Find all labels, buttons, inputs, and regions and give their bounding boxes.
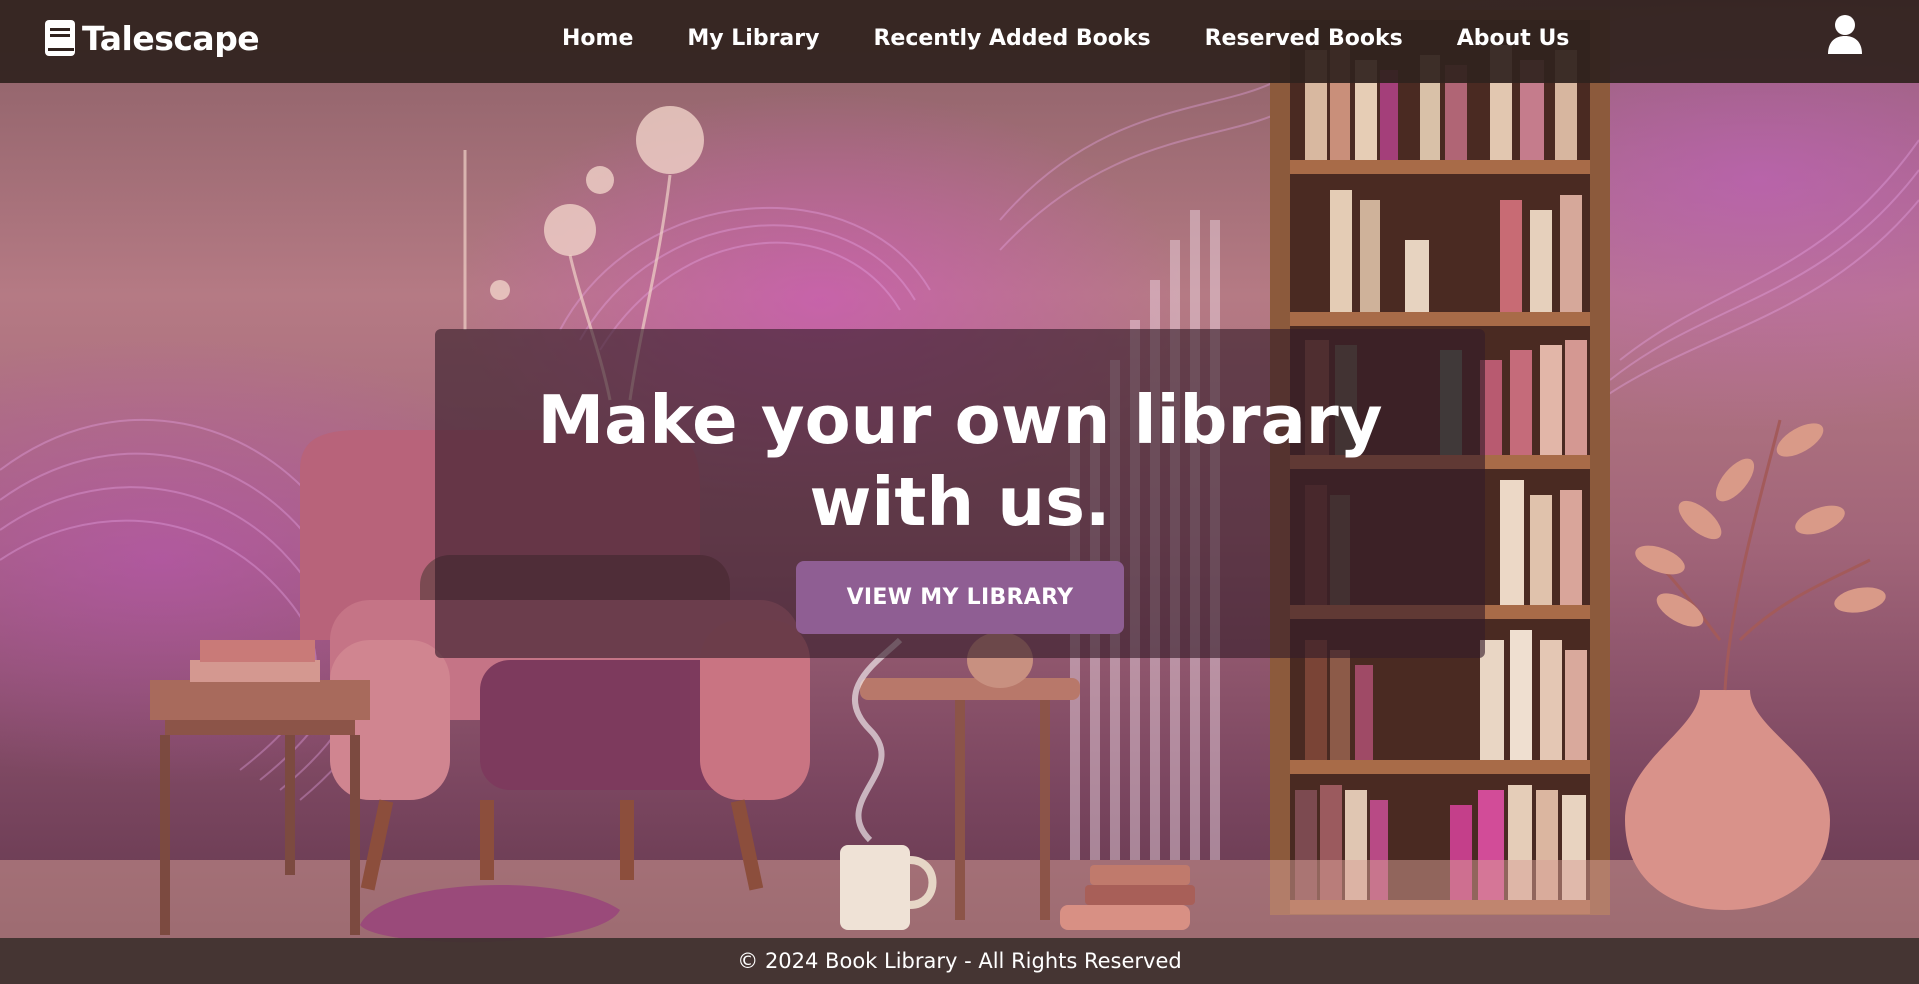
hero-title: Make your own library with us. xyxy=(537,381,1383,541)
nav-link-home[interactable]: Home xyxy=(562,26,633,51)
nav-link-my-library[interactable]: My Library xyxy=(687,26,819,51)
hero-card: Make your own library with us. VIEW MY L… xyxy=(435,329,1485,658)
brand-logo-link[interactable]: Talescape xyxy=(44,16,260,60)
book-icon xyxy=(45,20,75,56)
footer-copyright: © 2024 Book Library - All Rights Reserve… xyxy=(737,949,1182,973)
footer: © 2024 Book Library - All Rights Reserve… xyxy=(0,938,1919,984)
top-navbar: Talescape Home My Library Recently Added… xyxy=(0,0,1919,83)
nav-link-reserved-books[interactable]: Reserved Books xyxy=(1205,26,1403,51)
nav-link-about-us[interactable]: About Us xyxy=(1457,26,1570,51)
view-my-library-button[interactable]: VIEW MY LIBRARY xyxy=(796,561,1124,634)
nav-link-recently-added-books[interactable]: Recently Added Books xyxy=(873,26,1150,51)
brand-name: Talescape xyxy=(82,18,260,58)
nav-links: Home My Library Recently Added Books Res… xyxy=(562,20,1569,56)
user-icon[interactable] xyxy=(1826,14,1864,54)
